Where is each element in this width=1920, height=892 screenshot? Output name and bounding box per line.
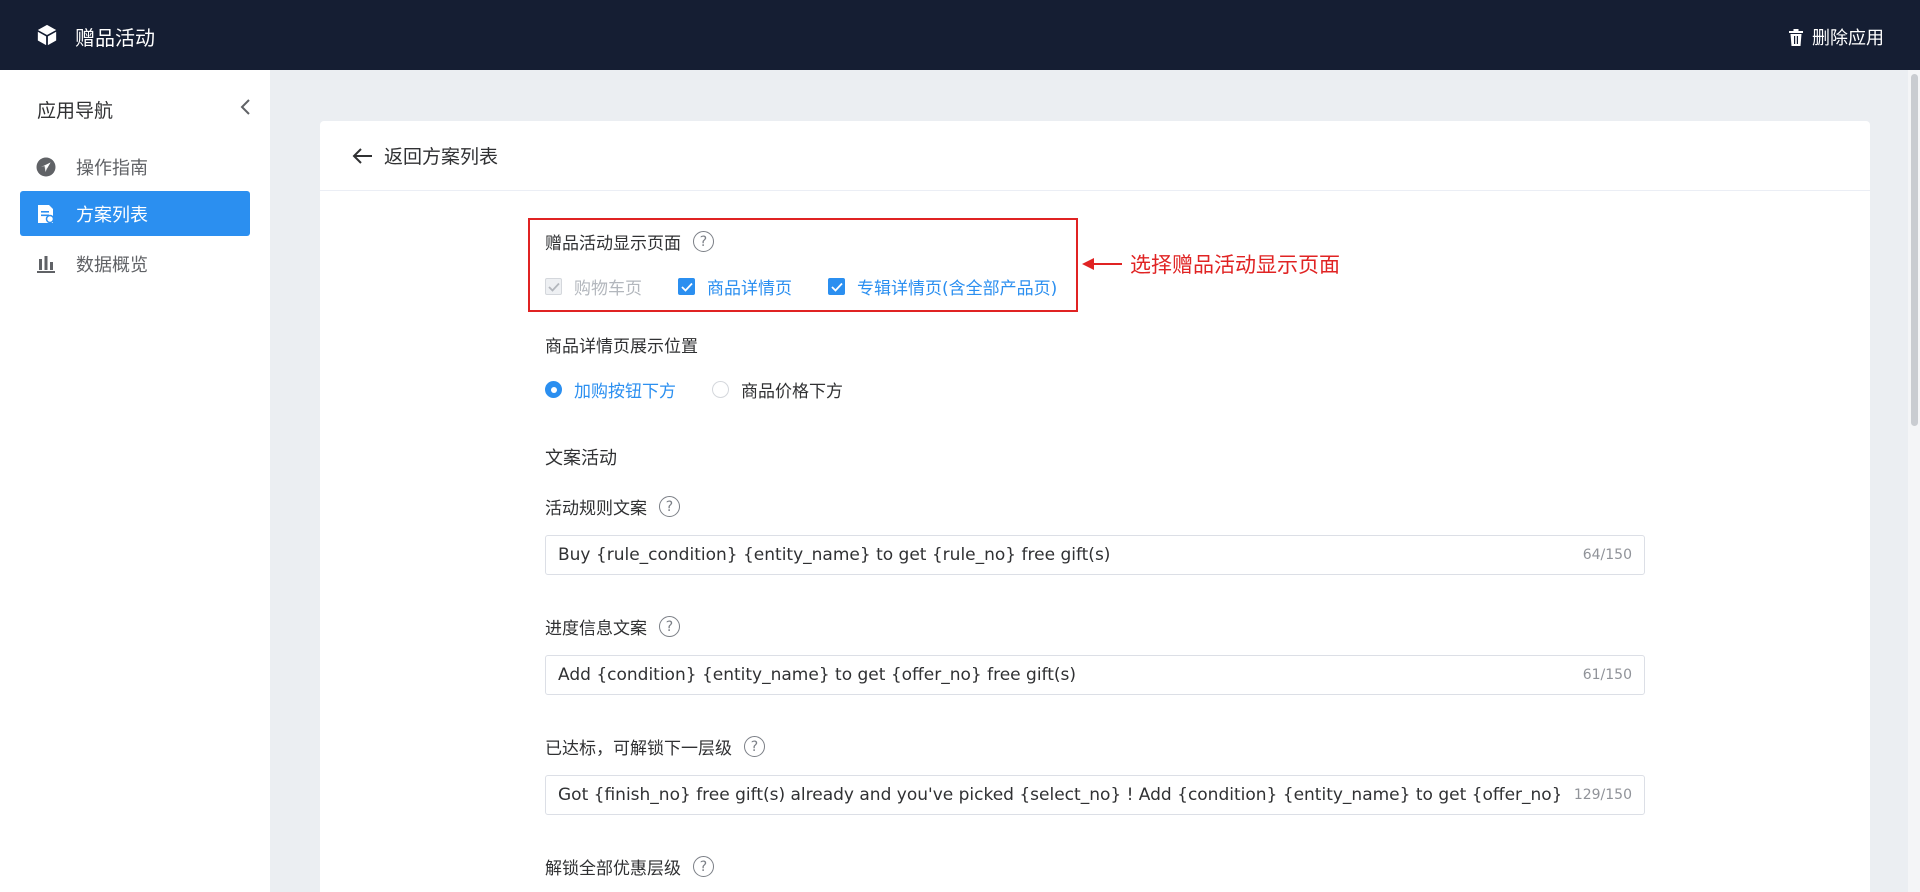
sidebar-title: 应用导航 — [37, 100, 114, 122]
back-label: 返回方案列表 — [384, 146, 499, 168]
field-label-text: 已达标，可解锁下一层级 — [545, 739, 732, 759]
sidebar-item-guide[interactable]: 操作指南 — [20, 144, 250, 189]
help-icon[interactable]: ? — [744, 736, 765, 757]
annotation-text: 选择赠品活动显示页面 — [1130, 253, 1340, 277]
back-to-list-link[interactable]: 返回方案列表 — [320, 121, 1870, 191]
field-label: 进度信息文案 ? — [545, 614, 1645, 639]
input-value: Got {finish_no} free gift(s) already and… — [558, 785, 1560, 805]
bar-chart-icon — [36, 254, 56, 274]
sidebar-item-data[interactable]: 数据概览 — [20, 241, 250, 286]
trash-icon — [1789, 28, 1803, 46]
help-icon[interactable]: ? — [693, 856, 714, 877]
delete-app-label: 删除应用 — [1812, 28, 1884, 49]
app-title: 赠品活动 — [75, 26, 155, 50]
all-tiers-copy-field: 解锁全部优惠层级 ? — [545, 854, 714, 879]
progress-copy-field: 进度信息文案 ? Add {condition} {entity_name} t… — [545, 614, 1645, 695]
rule-copy-input[interactable]: Buy {rule_condition} {entity_name} to ge… — [545, 535, 1645, 575]
annotation-highlight-box — [528, 218, 1078, 312]
char-count: 61/150 — [1582, 667, 1632, 683]
next-tier-copy-input[interactable]: Got {finish_no} free gift(s) already and… — [545, 775, 1645, 815]
input-value: Buy {rule_condition} {entity_name} to ge… — [558, 545, 1111, 565]
radio-below-price[interactable] — [712, 381, 729, 398]
detail-position-label-text: 商品详情页展示位置 — [545, 337, 698, 357]
next-tier-copy-field: 已达标，可解锁下一层级 ? Got {finish_no} free gift(… — [545, 734, 1645, 815]
option-below-add-to-cart[interactable]: 加购按钮下方 — [545, 377, 676, 402]
field-label-text: 解锁全部优惠层级 — [545, 859, 681, 879]
option-label: 加购按钮下方 — [574, 382, 676, 402]
char-count: 64/150 — [1582, 547, 1632, 563]
rule-copy-field: 活动规则文案 ? Buy {rule_condition} {entity_na… — [545, 494, 1645, 575]
scrollbar-thumb[interactable] — [1911, 74, 1918, 426]
navigation-icon — [36, 157, 56, 177]
document-icon — [36, 204, 56, 224]
delete-app-button[interactable]: 删除应用 — [1788, 24, 1884, 50]
cube-icon — [37, 24, 57, 46]
sidebar-item-label: 方案列表 — [76, 204, 148, 226]
detail-position-label: 商品详情页展示位置 — [545, 332, 879, 357]
chevron-left-icon[interactable] — [238, 98, 254, 116]
arrow-left-icon — [1082, 258, 1122, 270]
page-scrollbar[interactable] — [1908, 70, 1920, 892]
help-icon[interactable]: ? — [659, 616, 680, 637]
top-bar: 赠品活动 删除应用 — [0, 0, 1920, 70]
field-label: 已达标，可解锁下一层级 ? — [545, 734, 1645, 759]
copy-section-title: 文案活动 — [545, 444, 617, 470]
detail-position-options: 加购按钮下方 商品价格下方 — [545, 377, 879, 402]
field-label-text: 进度信息文案 — [545, 619, 647, 639]
sidebar: 应用导航 操作指南 方案列表 数据概览 — [0, 70, 270, 892]
help-icon[interactable]: ? — [659, 496, 680, 517]
sidebar-item-label: 操作指南 — [76, 157, 148, 179]
input-value: Add {condition} {entity_name} to get {of… — [558, 665, 1077, 685]
arrow-left-icon — [352, 147, 372, 164]
option-label: 商品价格下方 — [741, 382, 843, 402]
detail-position-section: 商品详情页展示位置 加购按钮下方 商品价格下方 — [545, 332, 879, 402]
section-title: 文案活动 — [545, 448, 617, 469]
sidebar-item-plans[interactable]: 方案列表 — [20, 191, 250, 236]
field-label: 解锁全部优惠层级 ? — [545, 854, 714, 879]
sidebar-item-label: 数据概览 — [76, 254, 148, 276]
field-label: 活动规则文案 ? — [545, 494, 1645, 519]
annotation: 选择赠品活动显示页面 — [1082, 249, 1340, 279]
char-count: 129/150 — [1573, 787, 1632, 803]
progress-copy-input[interactable]: Add {condition} {entity_name} to get {of… — [545, 655, 1645, 695]
option-below-price[interactable]: 商品价格下方 — [712, 377, 843, 402]
radio-below-add-to-cart[interactable] — [545, 381, 562, 398]
field-label-text: 活动规则文案 — [545, 499, 647, 519]
